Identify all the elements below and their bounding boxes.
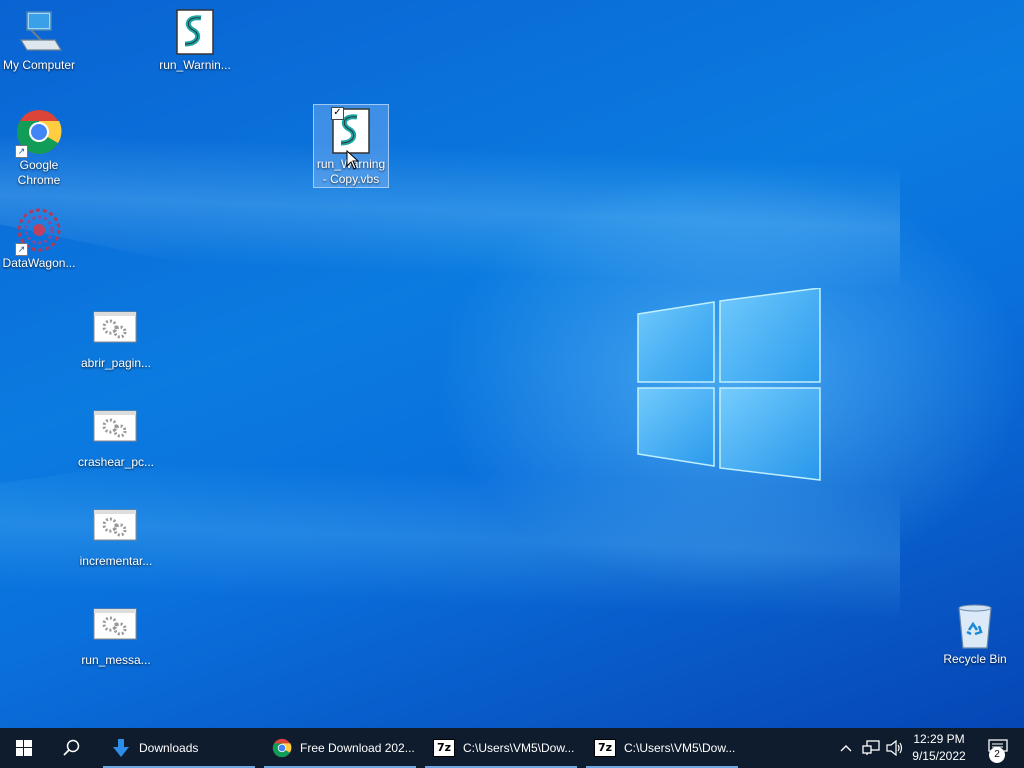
taskbar-item-7zip-1[interactable]: 7z C:\Users\VM5\Dow... <box>425 728 577 768</box>
download-arrow-icon <box>113 739 129 757</box>
clock[interactable]: 12:29 PM 9/15/2022 <box>905 731 973 765</box>
vbs-script-icon <box>176 9 214 55</box>
desktop-icon-label: crashear_pc... <box>77 455 155 469</box>
start-button[interactable] <box>0 728 48 768</box>
network-icon <box>862 740 880 755</box>
desktop-icon-label: run_Warnin... <box>159 58 231 72</box>
taskbar: Downloads Free Download 202... 7z C:\Use… <box>0 728 1024 768</box>
windows-wallpaper-logo <box>637 288 821 481</box>
search-icon <box>63 739 80 756</box>
desktop[interactable]: My Computer run_Warnin... ↗ Google Chrom… <box>0 0 1024 728</box>
computer-icon <box>19 11 63 51</box>
taskbar-item-label: Downloads <box>139 741 199 755</box>
desktop-icon-label: Recycle Bin <box>943 652 1007 666</box>
desktop-icon-google-chrome[interactable]: ↗ Google Chrome <box>0 108 78 188</box>
desktop-icon-label: incrementar... <box>79 554 153 568</box>
taskbar-item-label: C:\Users\VM5\Dow... <box>624 741 736 755</box>
chrome-icon <box>272 738 292 758</box>
network-button[interactable] <box>860 728 882 768</box>
taskbar-item-7zip-2[interactable]: 7z C:\Users\VM5\Dow... <box>586 728 738 768</box>
notification-count-badge: 2 <box>989 747 1005 763</box>
windows-start-icon <box>16 740 32 756</box>
desktop-icon-abrir-pagina[interactable]: abrir_pagin... <box>77 306 155 371</box>
batch-file-icon <box>93 311 137 343</box>
shortcut-arrow-icon: ↗ <box>15 145 28 158</box>
desktop-icon-label: My Computer <box>2 58 76 72</box>
shortcut-arrow-icon: ↗ <box>15 243 28 256</box>
show-hidden-icons-button[interactable] <box>836 728 856 768</box>
recycle-bin-icon <box>958 604 992 649</box>
desktop-icon-run-warning[interactable]: run_Warnin... <box>156 8 234 73</box>
desktop-icon-label: DataWagon... <box>2 256 76 270</box>
desktop-icon-label: run_messa... <box>81 653 151 667</box>
7zip-icon: 7z <box>594 739 616 757</box>
clock-date: 9/15/2022 <box>912 749 966 763</box>
desktop-icon-crashear-pc[interactable]: crashear_pc... <box>77 405 155 470</box>
clock-time: 12:29 PM <box>913 732 965 746</box>
desktop-icon-incrementar[interactable]: incrementar... <box>77 504 155 569</box>
desktop-icon-recycle-bin[interactable]: Recycle Bin <box>936 602 1014 667</box>
batch-file-icon <box>93 509 137 541</box>
7zip-icon: 7z <box>433 739 455 757</box>
desktop-icon-datawagon[interactable]: ↗ DataWagon... <box>0 206 78 271</box>
desktop-icon-label: abrir_pagin... <box>80 356 152 370</box>
volume-button[interactable] <box>884 728 906 768</box>
taskbar-item-chrome[interactable]: Free Download 202... <box>264 728 416 768</box>
chevron-up-icon <box>840 745 852 752</box>
mouse-cursor-icon <box>346 150 360 170</box>
batch-file-icon <box>93 608 137 640</box>
speaker-icon <box>886 740 903 756</box>
taskbar-item-label: Free Download 202... <box>300 741 415 755</box>
search-button[interactable] <box>48 728 96 768</box>
desktop-icon-run-message[interactable]: run_messa... <box>77 603 155 668</box>
desktop-icon-run-warning-copy[interactable]: ✓ run_Warning - Copy.vbs <box>313 104 389 188</box>
taskbar-item-label: C:\Users\VM5\Dow... <box>463 741 575 755</box>
selection-checkbox-icon[interactable]: ✓ <box>331 107 344 120</box>
taskbar-item-downloads[interactable]: Downloads <box>103 728 255 768</box>
batch-file-icon <box>93 410 137 442</box>
desktop-icon-label: Google Chrome <box>17 158 61 187</box>
desktop-icon-my-computer[interactable]: My Computer <box>0 8 78 73</box>
